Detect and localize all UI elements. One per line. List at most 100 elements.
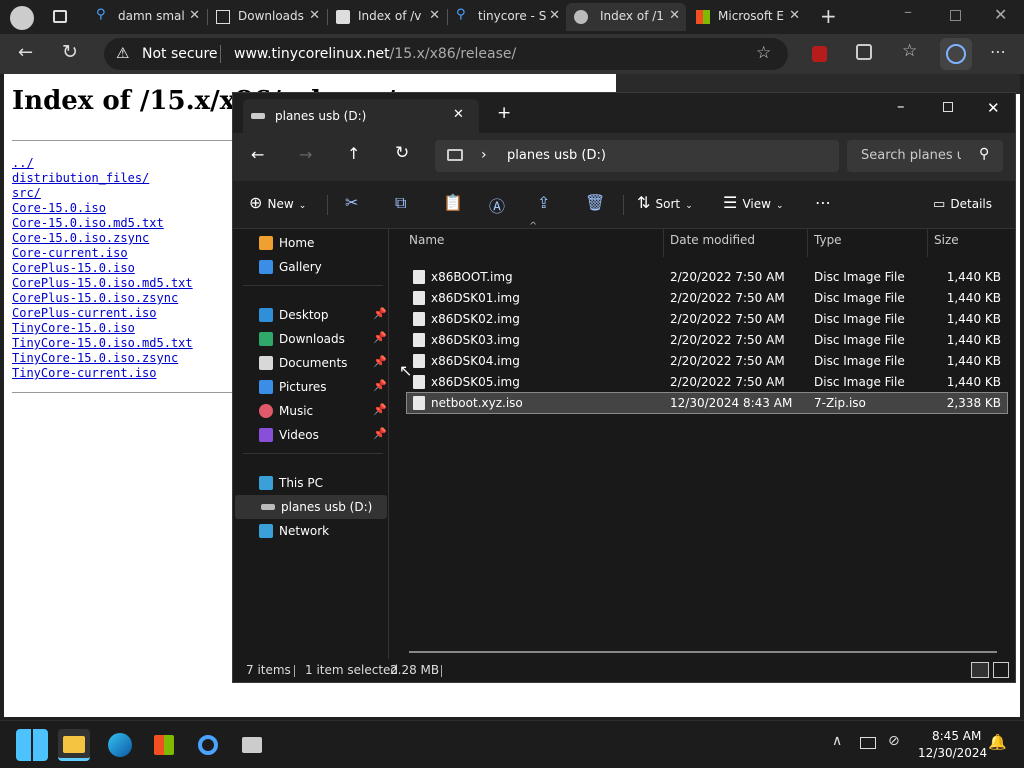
close-tab-icon[interactable]: ✕	[669, 8, 680, 23]
search-icon[interactable]: ⚲	[979, 146, 989, 162]
more-icon[interactable]: ⋯	[990, 42, 1006, 61]
refresh-icon[interactable]: ↻	[395, 143, 409, 163]
file-link[interactable]: TinyCore-15.0.iso.md5.txt	[12, 336, 193, 351]
file-link[interactable]: TinyCore-15.0.iso.zsync	[12, 351, 193, 366]
file-explorer-taskbar-icon[interactable]	[58, 729, 90, 761]
breadcrumb[interactable]: › planes usb (D:)	[435, 140, 839, 172]
nav-item-pictures[interactable]: Pictures 📌	[233, 375, 389, 399]
table-row[interactable]: x86DSK03.img 2/20/2022 7:50 AM Disc Image …	[407, 330, 1007, 350]
refresh-icon[interactable]: ↻	[62, 41, 78, 63]
more-options-icon[interactable]: ⋯	[815, 193, 831, 212]
column-separator[interactable]	[927, 229, 928, 257]
settings-gear-icon[interactable]	[192, 729, 224, 761]
pin-icon[interactable]: 📌	[373, 355, 387, 368]
clock-time[interactable]: 8:45 AM	[932, 729, 981, 743]
new-tab-icon[interactable]: +	[820, 4, 837, 28]
back-icon[interactable]: ←	[18, 42, 33, 63]
sort-button[interactable]: ⇅ Sort ⌄	[637, 193, 693, 212]
column-separator[interactable]	[663, 229, 664, 257]
ublock-icon[interactable]	[812, 46, 827, 62]
tab-actions-icon[interactable]	[53, 10, 67, 23]
table-row[interactable]: x86DSK01.img 2/20/2022 7:50 AM Disc Image …	[407, 288, 1007, 308]
start-windows-icon[interactable]	[16, 729, 48, 761]
chevron-up-icon[interactable]: ∧	[832, 733, 842, 749]
tab-downloads[interactable]: Downloads ✕	[208, 3, 326, 31]
app-box-icon[interactable]	[236, 729, 268, 761]
explorer-tab[interactable]: planes usb (D:) ✕	[243, 99, 479, 133]
column-header-name[interactable]: Name	[409, 233, 444, 247]
file-link[interactable]: CorePlus-current.iso	[12, 306, 193, 321]
file-link[interactable]: Core-15.0.iso.md5.txt	[12, 216, 193, 231]
details-button[interactable]: ▭ Details	[933, 193, 992, 212]
pin-icon[interactable]: 📌	[373, 403, 387, 416]
breadcrumb-location[interactable]: planes usb (D:)	[507, 148, 606, 163]
column-separator[interactable]	[807, 229, 808, 257]
nav-item-network[interactable]: Network	[233, 519, 389, 543]
file-link[interactable]: src/	[12, 186, 193, 201]
pin-icon[interactable]: 📌	[373, 379, 387, 392]
view-button[interactable]: ☰ View ⌄	[723, 193, 784, 212]
downloads-icon[interactable]	[940, 38, 972, 70]
close-tab-icon[interactable]: ✕	[549, 8, 560, 23]
maximize-icon[interactable]	[943, 102, 953, 112]
table-row[interactable]: x86BOOT.img 2/20/2022 7:50 AM Disc Image F…	[407, 267, 1007, 287]
file-link[interactable]: Core-15.0.iso	[12, 201, 193, 216]
pin-icon[interactable]: 📌	[373, 427, 387, 440]
favorite-star-icon[interactable]: ☆	[756, 43, 771, 63]
tab-tinycore[interactable]: ⚲ tinycore - S ✕	[448, 3, 566, 31]
url-bar[interactable]: ⚠ Not secure www.tinycorelinux.net/15.x/…	[104, 38, 788, 70]
url-text[interactable]: www.tinycorelinux.net/15.x/x86/release/	[234, 46, 516, 62]
paste-icon[interactable]: 📋	[443, 193, 463, 212]
file-link[interactable]: Core-current.iso	[12, 246, 193, 261]
table-row[interactable]: x86DSK05.img 2/20/2022 7:50 AM Disc Image …	[407, 372, 1007, 392]
file-link[interactable]: CorePlus-15.0.iso.zsync	[12, 291, 193, 306]
nav-item-home[interactable]: Home	[233, 231, 389, 255]
nav-item-desktop[interactable]: Desktop 📌	[233, 303, 389, 327]
tiles-view-icon[interactable]	[993, 662, 1009, 678]
notification-bell-icon[interactable]: 🔔	[988, 733, 1007, 751]
file-link[interactable]: CorePlus-15.0.iso.md5.txt	[12, 276, 193, 291]
store-icon[interactable]	[148, 729, 180, 761]
details-view-icon[interactable]	[971, 662, 989, 678]
forward-icon[interactable]: →	[299, 145, 312, 164]
close-tab-icon[interactable]: ✕	[189, 8, 200, 23]
close-tab-icon[interactable]: ✕	[429, 8, 440, 23]
pin-icon[interactable]: 📌	[373, 331, 387, 344]
tab-damn-small[interactable]: ⚲ damn smal ✕	[88, 3, 206, 31]
table-row[interactable]: netboot.xyz.iso 12/30/2024 8:43 AM 7-Zip.i…	[406, 392, 1008, 414]
security-label[interactable]: Not secure	[142, 46, 218, 62]
close-tab-icon[interactable]: ✕	[453, 107, 464, 122]
pin-icon[interactable]: 📌	[373, 307, 387, 320]
tab-index-active[interactable]: Index of /1 ✕	[566, 3, 686, 31]
column-header-size[interactable]: Size	[934, 233, 959, 247]
restore-icon[interactable]	[950, 10, 961, 21]
file-link[interactable]: TinyCore-15.0.iso	[12, 321, 193, 336]
close-window-icon[interactable]: ✕	[987, 99, 1000, 117]
nav-item-gallery[interactable]: Gallery	[233, 255, 389, 279]
file-link[interactable]: ../	[12, 156, 193, 171]
file-link[interactable]: CorePlus-15.0.iso	[12, 261, 193, 276]
new-tab-icon[interactable]: +	[497, 103, 511, 123]
close-tab-icon[interactable]: ✕	[309, 8, 320, 23]
file-link[interactable]: Core-15.0.iso.zsync	[12, 231, 193, 246]
copy-icon[interactable]: ⧉	[395, 193, 406, 213]
minimize-icon[interactable]: –	[904, 2, 912, 21]
clock-date[interactable]: 12/30/2024	[918, 746, 987, 760]
warning-icon[interactable]: ⚠	[116, 44, 129, 62]
nav-item-videos[interactable]: Videos 📌	[233, 423, 389, 447]
favorites-icon[interactable]: ☆	[902, 41, 917, 61]
back-icon[interactable]: ←	[251, 145, 264, 164]
column-header-type[interactable]: Type	[814, 233, 842, 247]
display-icon[interactable]	[860, 737, 876, 749]
close-tab-icon[interactable]: ✕	[789, 8, 800, 23]
extensions-icon[interactable]	[856, 44, 872, 60]
up-icon[interactable]: ↑	[347, 144, 360, 163]
tab-microsoft[interactable]: Microsoft E ✕	[688, 3, 806, 31]
network-muted-icon[interactable]: ⊘	[888, 733, 900, 749]
cut-icon[interactable]: ✂	[345, 193, 358, 212]
close-window-icon[interactable]: ✕	[994, 5, 1007, 24]
table-row[interactable]: x86DSK02.img 2/20/2022 7:50 AM Disc Image …	[407, 309, 1007, 329]
file-link[interactable]: TinyCore-current.iso	[12, 366, 193, 381]
minimize-icon[interactable]: –	[897, 97, 905, 115]
edge-icon[interactable]	[104, 729, 136, 761]
